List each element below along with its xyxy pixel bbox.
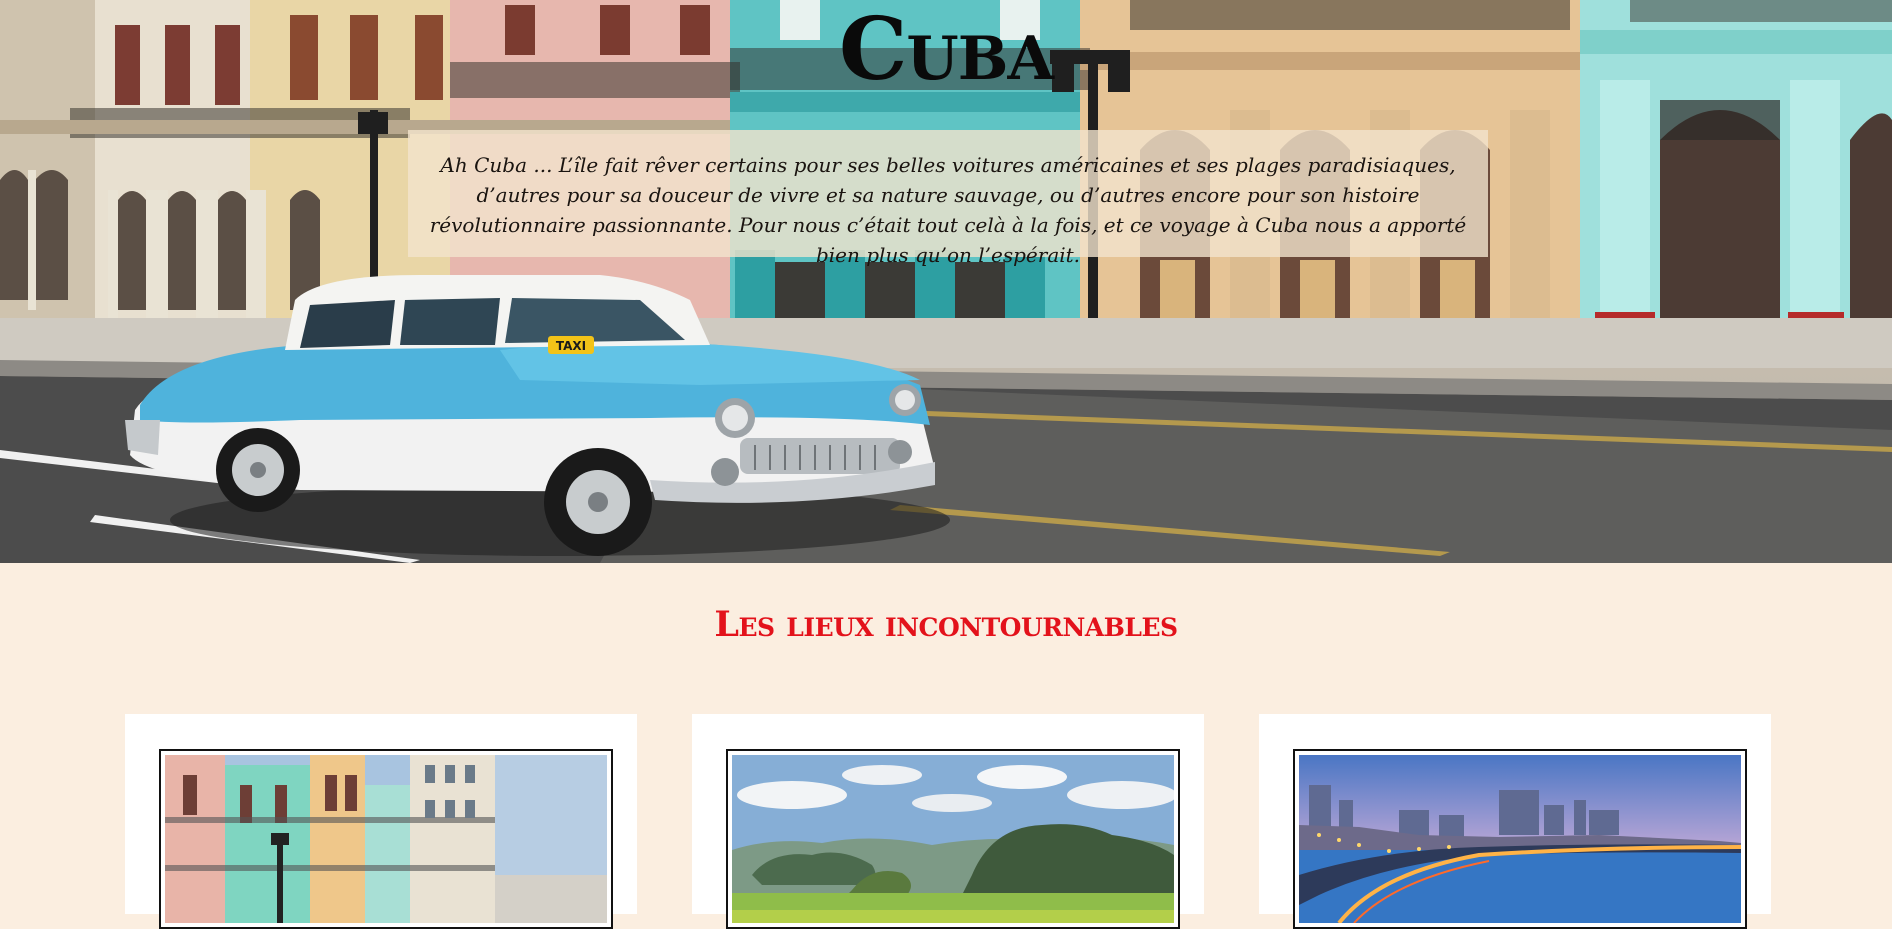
place-card-image-frame — [726, 749, 1180, 929]
intro-box: Ah Cuba ... L’île fait rêver certains po… — [408, 130, 1488, 267]
section-title: Les lieux incontournables — [714, 604, 1178, 645]
page-title: Cuba — [838, 0, 1054, 100]
taxi-sign-label: TAXI — [556, 339, 586, 353]
place-card[interactable] — [692, 714, 1204, 929]
intro-text: Ah Cuba ... L’île fait rêver certains po… — [429, 153, 1467, 267]
place-card[interactable] — [1259, 714, 1771, 929]
place-card-image-frame — [1293, 749, 1747, 929]
hero-banner: TAXI Cuba Ah Cuba ... L’île fait rêver c… — [0, 0, 1892, 563]
place-card[interactable] — [125, 714, 637, 929]
place-card-image-frame — [159, 749, 613, 929]
